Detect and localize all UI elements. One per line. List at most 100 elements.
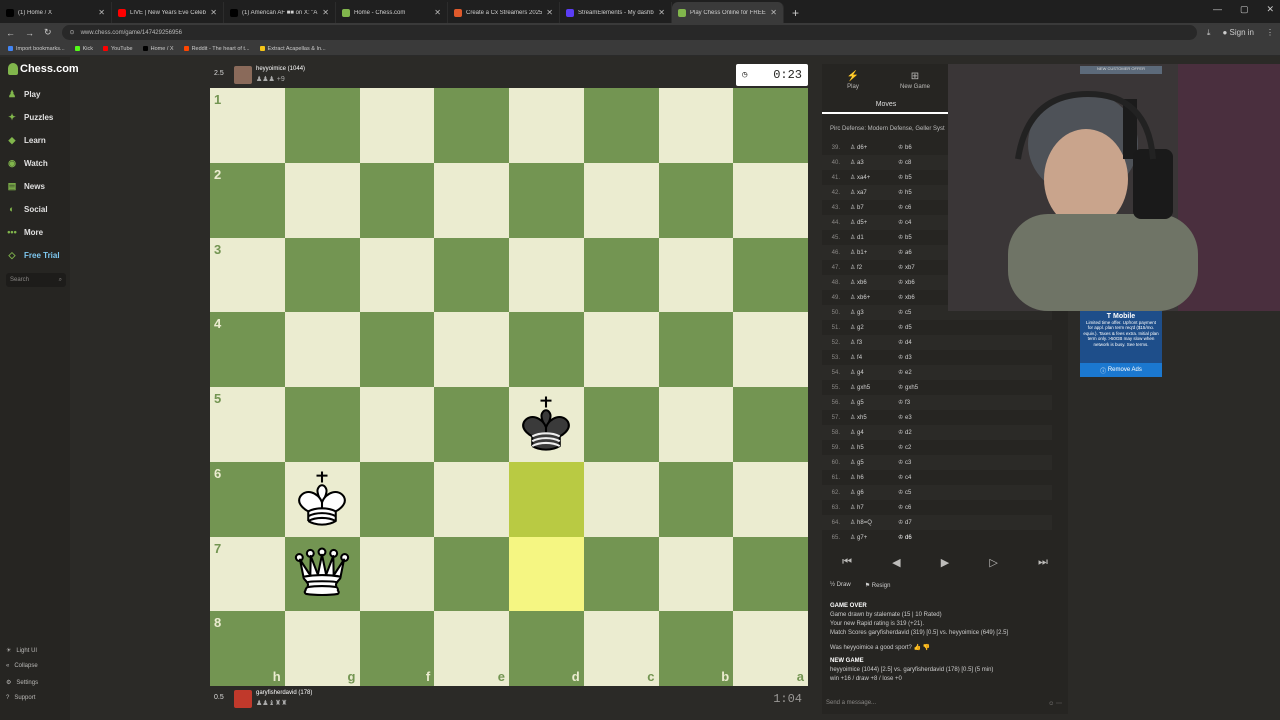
black-move[interactable]: ♔ c6 bbox=[898, 204, 946, 211]
white-move[interactable]: ♙ h5 bbox=[850, 444, 898, 451]
sidebar-bottom-light-ui[interactable]: ☀ Light UI bbox=[6, 647, 37, 655]
white-move[interactable]: ♙ g5 bbox=[850, 399, 898, 406]
chess-board[interactable]: 12345678hgfedcba bbox=[210, 88, 808, 686]
tab-moves[interactable]: Moves bbox=[822, 98, 950, 114]
white-move[interactable]: ♙ d6+ bbox=[850, 144, 898, 151]
sidebar-item-news[interactable]: ▤ News bbox=[6, 181, 66, 191]
white-move[interactable]: ♙ g5 bbox=[850, 459, 898, 466]
white-move[interactable]: ♙ a3 bbox=[850, 159, 898, 166]
square-a1[interactable] bbox=[733, 88, 808, 163]
square-c4[interactable] bbox=[583, 312, 659, 387]
white-move[interactable]: ♙ g6 bbox=[850, 489, 898, 496]
browser-tab[interactable]: (1) American AF ■■ on X: "A mo ✕ bbox=[224, 2, 336, 23]
white-move[interactable]: ♙ xh5 bbox=[850, 414, 898, 421]
close-tab-icon[interactable]: ✕ bbox=[546, 8, 553, 17]
black-move[interactable]: ♔ h5 bbox=[898, 189, 946, 196]
minimize-icon[interactable]: — bbox=[1213, 4, 1222, 15]
square-b2[interactable] bbox=[658, 162, 734, 238]
black-move[interactable]: ♔ c3 bbox=[898, 459, 946, 466]
white-king-piece[interactable] bbox=[285, 462, 360, 537]
new-tab-icon[interactable]: + bbox=[784, 2, 807, 23]
square-d2[interactable] bbox=[509, 162, 584, 238]
white-move[interactable]: ♙ h8=Q bbox=[850, 519, 898, 526]
white-move[interactable]: ♙ g4 bbox=[850, 369, 898, 376]
square-f8[interactable]: f bbox=[359, 611, 435, 686]
resign-button[interactable]: ⚑ Resign bbox=[865, 582, 891, 589]
black-move[interactable]: ♔ d4 bbox=[898, 339, 946, 346]
square-b6[interactable] bbox=[658, 461, 734, 537]
black-move[interactable]: ♔ xb7 bbox=[898, 264, 946, 271]
square-a8[interactable]: a bbox=[733, 611, 808, 686]
chat-input[interactable]: Send a message... ☺ ⋯ bbox=[822, 696, 1068, 710]
square-c2[interactable] bbox=[583, 162, 659, 238]
site-info-icon[interactable]: ⊙ bbox=[70, 29, 75, 36]
white-move[interactable]: ♙ h6 bbox=[850, 474, 898, 481]
square-b1[interactable] bbox=[658, 88, 734, 163]
avatar[interactable] bbox=[234, 66, 252, 84]
square-h7[interactable]: 7 bbox=[210, 536, 285, 612]
square-f7[interactable] bbox=[359, 536, 435, 612]
black-move[interactable]: ♔ b6 bbox=[898, 144, 946, 151]
black-move[interactable]: ♔ c8 bbox=[898, 159, 946, 166]
black-move[interactable]: ♔ d3 bbox=[898, 354, 946, 361]
bookmark-item[interactable]: YouTube bbox=[103, 46, 133, 52]
sidebar-item-social[interactable]: ◐ Social bbox=[6, 204, 66, 214]
square-b8[interactable]: b bbox=[658, 611, 734, 686]
white-move[interactable]: ♙ b7 bbox=[850, 204, 898, 211]
reload-icon[interactable]: ↻ bbox=[44, 27, 52, 38]
square-g4[interactable] bbox=[284, 312, 360, 387]
square-g7[interactable] bbox=[284, 536, 360, 612]
square-d8[interactable]: d bbox=[509, 611, 584, 686]
black-move[interactable]: ♔ d6 bbox=[898, 534, 946, 541]
white-move[interactable]: ♙ f2 bbox=[850, 264, 898, 271]
white-move[interactable]: ♙ d1 bbox=[850, 234, 898, 241]
white-queen-piece[interactable] bbox=[285, 537, 360, 612]
menu-icon[interactable]: ⋮ bbox=[1266, 28, 1274, 37]
browser-tab[interactable]: LIVE | New Years Eve Celebratic ✕ bbox=[112, 2, 224, 23]
square-d5[interactable] bbox=[509, 387, 584, 462]
close-tab-icon[interactable]: ✕ bbox=[210, 8, 217, 17]
square-g8[interactable]: g bbox=[284, 611, 360, 686]
bottom-player-name[interactable]: garyfisherdavid (178) bbox=[256, 690, 312, 696]
opening-name[interactable]: Pirc Defense: Modern Defense, Geller Sys… bbox=[830, 126, 945, 132]
black-move[interactable]: ♔ e2 bbox=[898, 369, 946, 376]
square-f3[interactable] bbox=[359, 237, 435, 313]
white-move[interactable]: ♙ g2 bbox=[850, 324, 898, 331]
square-a5[interactable] bbox=[733, 387, 808, 462]
black-move[interactable]: ♔ c5 bbox=[898, 489, 946, 496]
offer-banner[interactable]: NEW CUSTOMER OFFER bbox=[1080, 66, 1162, 74]
black-move[interactable]: ♔ c4 bbox=[898, 219, 946, 226]
square-g1[interactable] bbox=[284, 88, 360, 163]
black-move[interactable]: ♔ c4 bbox=[898, 474, 946, 481]
sidebar-item-more[interactable]: ••• More bbox=[6, 227, 66, 237]
square-b5[interactable] bbox=[658, 387, 734, 462]
black-move[interactable]: ♔ c5 bbox=[898, 309, 946, 316]
white-move[interactable]: ♙ h7 bbox=[850, 504, 898, 511]
black-move[interactable]: ♔ c6 bbox=[898, 504, 946, 511]
chess-logo[interactable]: Chess.com bbox=[8, 63, 79, 75]
white-move[interactable]: ♙ f3 bbox=[850, 339, 898, 346]
black-king-piece[interactable] bbox=[509, 387, 584, 462]
square-a7[interactable] bbox=[733, 536, 808, 612]
close-tab-icon[interactable]: ✕ bbox=[322, 8, 329, 17]
close-window-icon[interactable]: ✕ bbox=[1266, 4, 1274, 15]
sidebar-bottom-settings[interactable]: ⚙ Settings bbox=[6, 679, 38, 687]
bookmark-item[interactable]: Import bookmarks... bbox=[8, 46, 65, 52]
sign-in-button[interactable]: ● Sign in bbox=[1222, 28, 1254, 37]
square-a3[interactable] bbox=[733, 237, 808, 313]
sidebar-bottom-collapse[interactable]: « Collapse bbox=[6, 663, 38, 669]
white-move[interactable]: ♙ b1+ bbox=[850, 249, 898, 256]
black-move[interactable]: ♔ e3 bbox=[898, 414, 946, 421]
bookmark-item[interactable]: Kick bbox=[74, 46, 93, 52]
new-game-match[interactable]: heyyoimice (1044) [2.5] vs. garyfisherda… bbox=[830, 666, 1066, 675]
square-h8[interactable]: 8h bbox=[210, 611, 285, 686]
bookmark-item[interactable]: Home / X bbox=[142, 46, 174, 52]
bookmark-item[interactable]: Extract Acapellas & In... bbox=[259, 46, 326, 52]
square-h5[interactable]: 5 bbox=[210, 387, 285, 462]
square-h3[interactable]: 3 bbox=[210, 237, 285, 313]
sidebar-item-play[interactable]: ♟ Play bbox=[6, 89, 66, 99]
square-g6[interactable] bbox=[284, 461, 360, 537]
square-h1[interactable]: 1 bbox=[210, 88, 285, 163]
black-move[interactable]: ♔ d7 bbox=[898, 519, 946, 526]
square-c1[interactable] bbox=[583, 88, 659, 163]
